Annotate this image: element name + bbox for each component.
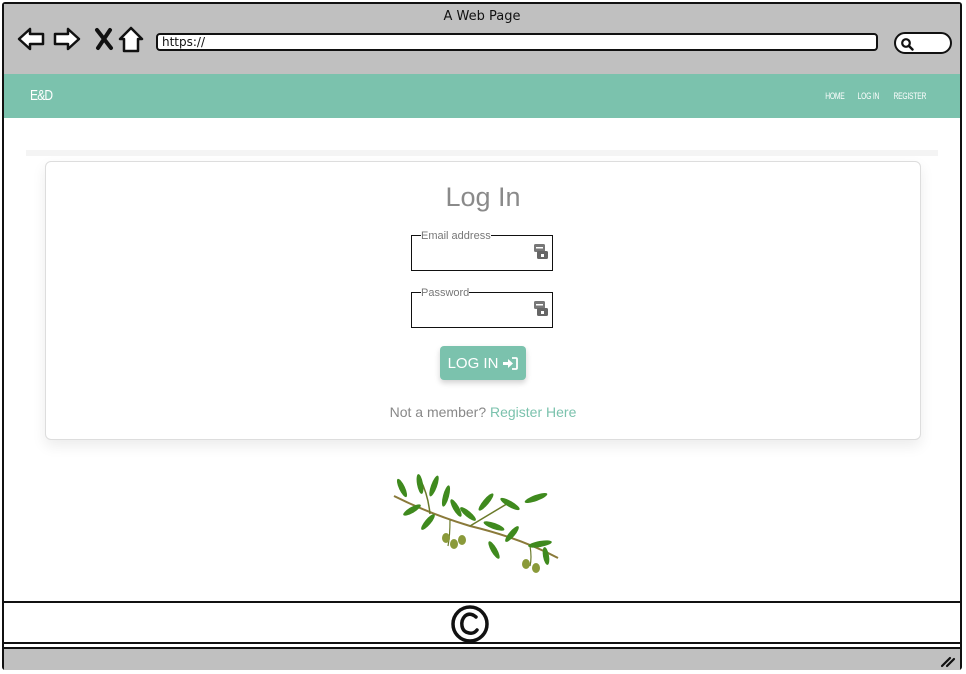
site-navbar: E&D HOME LOG IN REGISTER	[4, 74, 960, 118]
email-label: Email address	[421, 230, 491, 242]
page-title: Log In	[445, 182, 521, 212]
resize-grip-icon[interactable]	[940, 654, 956, 668]
back-arrow-icon[interactable]	[16, 24, 46, 54]
email-field: Email address	[411, 230, 553, 271]
login-button[interactable]: LOG IN	[440, 346, 526, 380]
login-button-label: LOG IN	[447, 354, 499, 372]
register-link[interactable]: Register Here	[490, 404, 576, 420]
window-title: A Web Page	[443, 9, 521, 24]
password-label: Password	[421, 287, 470, 299]
url-text: https://	[162, 35, 206, 49]
home-icon[interactable]	[116, 24, 146, 54]
browser-search-box[interactable]	[894, 32, 952, 54]
browser-statusbar	[4, 647, 960, 670]
login-card: Log In Email address Password LOG IN Not…	[45, 161, 921, 440]
brand-logo[interactable]: E&D	[30, 87, 53, 104]
nav-link-home[interactable]: HOME	[825, 91, 845, 101]
forward-arrow-icon[interactable]	[52, 24, 82, 54]
browser-window: A Web Page https:// E&D HOME LOG IN REGI…	[2, 2, 962, 670]
sign-in-icon	[503, 356, 519, 370]
copyright-icon	[451, 605, 489, 643]
password-manager-icon[interactable]	[534, 300, 548, 316]
nav-links: HOME LOG IN REGISTER	[822, 91, 932, 101]
content-band	[26, 150, 938, 156]
olive-branch-image	[393, 474, 559, 573]
register-prompt: Not a member? Register Here	[46, 404, 920, 420]
browser-chrome: A Web Page https://	[4, 4, 960, 76]
page-footer	[4, 601, 960, 644]
password-manager-icon[interactable]	[534, 243, 548, 259]
search-icon	[901, 38, 914, 51]
nav-link-login[interactable]: LOG IN	[857, 91, 879, 101]
nav-link-register[interactable]: REGISTER	[894, 91, 927, 101]
password-field: Password	[411, 287, 553, 328]
register-prompt-text: Not a member?	[389, 404, 487, 420]
url-bar[interactable]: https://	[156, 33, 878, 51]
